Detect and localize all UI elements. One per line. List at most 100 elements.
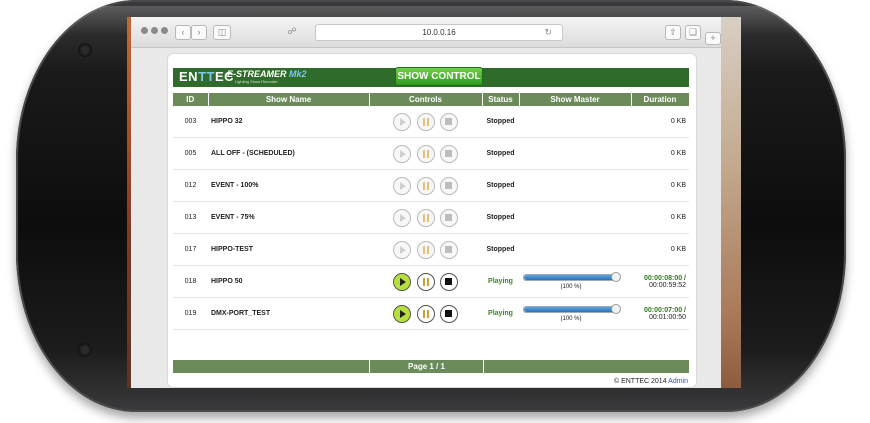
show-id: 017 — [173, 233, 208, 266]
forward-button[interactable]: › — [191, 25, 207, 40]
pause-button[interactable] — [416, 240, 435, 259]
pause-button[interactable] — [416, 112, 435, 131]
column-header: ID — [173, 93, 209, 106]
table-row: 019 DMX-PORT_TEST Playing (100 %) 00:00:… — [173, 297, 689, 330]
duration-total: 00:01:00:50 — [649, 313, 686, 321]
play-button[interactable] — [392, 240, 411, 259]
pause-icon — [422, 213, 429, 222]
master-slider[interactable] — [523, 274, 617, 281]
pause-button[interactable] — [416, 272, 435, 291]
show-status: Stopped — [482, 169, 519, 202]
duration-total: 0 KB — [670, 246, 686, 253]
show-master-control: (100 %) — [519, 266, 631, 297]
show-master-cell — [519, 201, 631, 234]
play-button[interactable] — [392, 304, 411, 323]
window-dot-close[interactable] — [141, 27, 148, 34]
column-header: Status — [482, 93, 520, 106]
show-control-button[interactable]: SHOW CONTROL — [395, 67, 483, 86]
show-duration: 0 KB — [631, 169, 689, 202]
tabs-button[interactable]: ❏ — [685, 25, 701, 40]
pause-button[interactable] — [416, 304, 435, 323]
play-icon — [399, 309, 406, 318]
shows-table: ID Show Name Controls Status Show Master Dura… — [173, 93, 690, 330]
master-level-label: (100 %) — [560, 316, 582, 322]
new-tab-button[interactable]: + — [705, 32, 721, 45]
show-id: 019 — [173, 297, 208, 330]
window-dot-minimize[interactable] — [151, 27, 158, 34]
master-slider[interactable] — [523, 306, 617, 313]
master-slider-handle[interactable] — [611, 272, 621, 282]
pause-button[interactable] — [416, 176, 435, 195]
show-name: DMX-PORT_TEST — [208, 297, 369, 330]
back-button[interactable]: ‹ — [175, 25, 191, 40]
stop-button[interactable] — [440, 112, 459, 131]
table-row: 005 ALL OFF - (SCHEDULED) Stopped 0 KB — [173, 137, 689, 170]
play-button[interactable] — [392, 272, 411, 291]
play-icon — [399, 149, 406, 158]
reload-icon[interactable]: ↻ — [544, 25, 552, 40]
show-name: EVENT - 75% — [208, 201, 369, 234]
stop-icon — [445, 149, 453, 157]
play-icon — [399, 245, 406, 254]
product-name: E-STREAMER Mk2 — [227, 69, 307, 79]
show-status: Playing — [482, 297, 519, 330]
stop-button[interactable] — [440, 144, 459, 163]
play-button[interactable] — [392, 208, 411, 227]
stop-button[interactable] — [440, 176, 459, 195]
sensor-dot — [78, 343, 92, 357]
pause-button[interactable] — [416, 208, 435, 227]
stop-icon — [445, 181, 453, 189]
duration-total: 0 KB — [670, 118, 686, 125]
duration-elapsed: 00:00:08:00 / — [643, 274, 686, 282]
share-button[interactable]: ⇧ — [665, 25, 681, 40]
show-name: EVENT - 100% — [208, 169, 369, 202]
show-controls — [369, 106, 482, 138]
column-header: Duration — [631, 93, 690, 106]
show-master-cell — [519, 233, 631, 266]
window-dot-zoom[interactable] — [161, 27, 168, 34]
stop-icon — [445, 309, 453, 317]
play-button[interactable] — [392, 176, 411, 195]
address-text: 10.0.0.16 — [422, 28, 456, 37]
show-controls — [369, 169, 482, 202]
shield-button[interactable]: ☍ — [283, 25, 301, 38]
table-row: 017 HIPPO-TEST Stopped 0 KB — [173, 233, 689, 266]
duration-total: 0 KB — [670, 150, 686, 157]
pause-icon — [422, 277, 429, 286]
pause-button[interactable] — [416, 144, 435, 163]
show-controls — [369, 297, 482, 330]
master-slider-handle[interactable] — [611, 304, 621, 314]
show-id: 005 — [173, 137, 208, 170]
sidebar-button[interactable]: ◫ — [213, 25, 231, 40]
play-button[interactable] — [392, 112, 411, 131]
admin-link[interactable]: Admin — [668, 378, 688, 385]
show-duration: 0 KB — [631, 233, 689, 266]
duration-total: 00:00:59:52 — [649, 281, 686, 289]
stop-icon — [445, 213, 453, 221]
pagination-bar: Page 1 / 1 — [173, 360, 689, 373]
chevron-right-icon: › — [197, 27, 201, 37]
stop-button[interactable] — [440, 240, 459, 259]
show-controls — [369, 265, 482, 298]
show-controls — [369, 137, 482, 170]
address-bar[interactable]: 10.0.0.16 ↻ — [315, 24, 563, 41]
wallpaper-right — [721, 17, 741, 388]
master-slider-fill — [524, 307, 616, 312]
stop-button[interactable] — [440, 272, 459, 291]
show-name: HIPPO 32 — [208, 106, 369, 138]
show-controls — [369, 233, 482, 266]
share-icon: ⇧ — [669, 27, 677, 37]
pause-icon — [422, 181, 429, 190]
stop-button[interactable] — [440, 304, 459, 323]
duration-total: 0 KB — [670, 182, 686, 189]
stop-icon — [445, 245, 453, 253]
play-button[interactable] — [392, 144, 411, 163]
pause-icon — [422, 149, 429, 158]
show-master-cell: (100 %) — [519, 265, 631, 298]
show-name: HIPPO-TEST — [208, 233, 369, 266]
plus-icon: + — [710, 33, 716, 43]
table-row: 003 HIPPO 32 Stopped 0 KB — [173, 106, 689, 138]
show-controls — [369, 201, 482, 234]
stop-button[interactable] — [440, 208, 459, 227]
show-id: 003 — [173, 106, 208, 138]
